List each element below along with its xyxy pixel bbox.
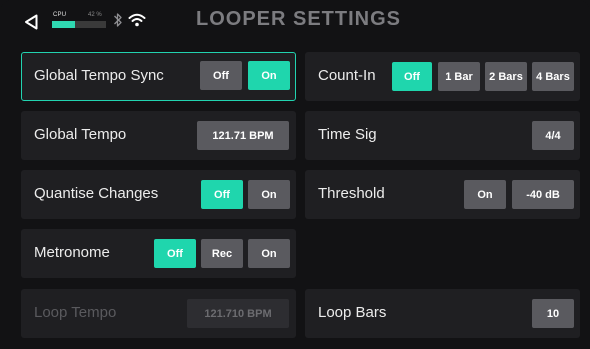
global-tempo-label: Global Tempo — [34, 126, 127, 143]
global-tempo-value-button[interactable]: 121.71 BPM — [197, 121, 289, 150]
count-in-1-bar-button[interactable]: 1 Bar — [438, 62, 480, 91]
global-tempo-sync-label: Global Tempo Sync — [34, 67, 164, 84]
threshold-tile[interactable]: Threshold On -40 dB — [305, 170, 580, 219]
time-sig-value-button[interactable]: 4/4 — [532, 121, 574, 150]
loop-tempo-value-button: 121.710 BPM — [187, 299, 289, 328]
loop-bars-label: Loop Bars — [318, 304, 387, 321]
loop-tempo-label: Loop Tempo — [34, 304, 117, 321]
count-in-label: Count-In — [318, 67, 376, 84]
page-title: LOOPER SETTINGS — [195, 8, 402, 30]
metronome-on-button[interactable]: On — [248, 239, 290, 268]
global-tempo-tile[interactable]: Global Tempo 121.71 BPM — [21, 111, 296, 160]
loop-bars-value-button[interactable]: 10 — [532, 299, 574, 328]
count-in-4-bars-button[interactable]: 4 Bars — [532, 62, 574, 91]
global-tempo-sync-off-button[interactable]: Off — [200, 61, 242, 90]
loop-tempo-tile: Loop Tempo 121.710 BPM — [21, 289, 296, 338]
quantise-changes-on-button[interactable]: On — [248, 180, 290, 209]
count-in-off-button[interactable]: Off — [392, 62, 432, 91]
count-in-2-bars-button[interactable]: 2 Bars — [485, 62, 527, 91]
time-sig-label: Time Sig — [318, 126, 377, 143]
quantise-changes-tile[interactable]: Quantise Changes Off On — [21, 170, 296, 219]
metronome-tile[interactable]: Metronome Off Rec On — [21, 229, 296, 278]
threshold-on-button[interactable]: On — [464, 180, 506, 209]
time-sig-tile[interactable]: Time Sig 4/4 — [305, 111, 580, 160]
metronome-off-button[interactable]: Off — [154, 239, 196, 268]
quantise-changes-label: Quantise Changes — [34, 185, 159, 202]
count-in-tile[interactable]: Count-In Off 1 Bar 2 Bars 4 Bars — [305, 52, 580, 101]
metronome-rec-button[interactable]: Rec — [201, 239, 243, 268]
loop-bars-tile[interactable]: Loop Bars 10 — [305, 289, 580, 338]
looper-settings-screen: CPU 42 % LOOPER SETTINGS Global Tempo Sy… — [0, 0, 590, 349]
global-tempo-sync-tile[interactable]: Global Tempo Sync Off On — [21, 52, 296, 101]
quantise-changes-off-button[interactable]: Off — [201, 180, 243, 209]
metronome-label: Metronome — [34, 244, 110, 261]
threshold-label: Threshold — [318, 185, 385, 202]
status-bar: CPU 42 % LOOPER SETTINGS — [0, 0, 590, 44]
threshold-value-button[interactable]: -40 dB — [512, 180, 574, 209]
global-tempo-sync-on-button[interactable]: On — [248, 61, 290, 90]
